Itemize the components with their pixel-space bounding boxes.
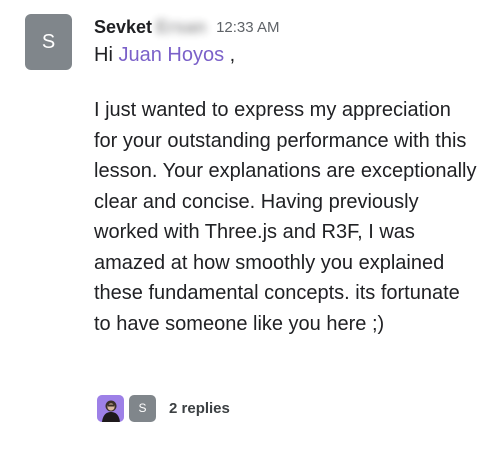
message-header: Sevket Ersan 12:33 AM	[94, 14, 279, 40]
sender-name-redacted: Ersan	[156, 16, 207, 37]
reply-count-link[interactable]: 2 replies	[169, 400, 230, 417]
sender-name[interactable]: Sevket	[94, 17, 152, 38]
sender-avatar-initial: S	[41, 30, 56, 53]
greeting-suffix: ,	[229, 44, 236, 66]
person-icon	[97, 394, 124, 422]
sender-avatar[interactable]: S	[25, 14, 72, 70]
greeting-line: Hi Juan Hoyos ,	[94, 44, 235, 67]
greeting-prefix: Hi	[94, 44, 113, 66]
message-card: S Sevket Ersan 12:33 AM Hi Juan Hoyos , …	[0, 0, 502, 460]
reply-participant-avatar: S	[129, 394, 156, 422]
thread-replies[interactable]: S 2 replies	[97, 394, 230, 422]
message-body: I just wanted to express my appreciation…	[94, 99, 477, 335]
user-mention[interactable]: Juan Hoyos	[118, 44, 224, 66]
reply-participant-initial: S	[138, 401, 147, 415]
reply-participant-photo-avatar	[97, 394, 124, 422]
message-timestamp[interactable]: 12:33 AM	[216, 19, 279, 36]
